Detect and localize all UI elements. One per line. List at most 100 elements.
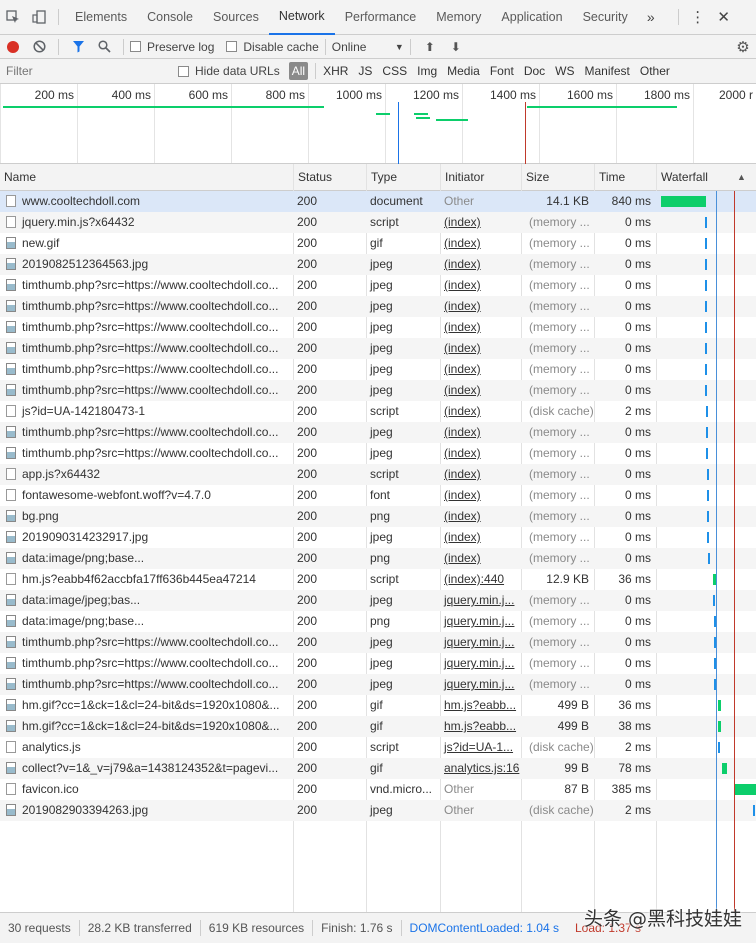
- column-header-size[interactable]: Size: [521, 164, 594, 191]
- cell-initiator[interactable]: js?id=UA-1...: [440, 737, 521, 758]
- table-row[interactable]: timthumb.php?src=https://www.cooltechdol…: [0, 674, 756, 695]
- filter-type-media[interactable]: Media: [447, 64, 480, 78]
- column-header-time[interactable]: Time: [594, 164, 656, 191]
- waterfall-bar[interactable]: [705, 259, 707, 270]
- tab-security[interactable]: Security: [573, 0, 638, 35]
- waterfall-bar[interactable]: [722, 763, 727, 774]
- cell-initiator[interactable]: (index): [440, 212, 521, 233]
- waterfall-bar[interactable]: [705, 217, 707, 228]
- tab-console[interactable]: Console: [137, 0, 203, 35]
- cell-initiator[interactable]: (index):440: [440, 569, 521, 590]
- waterfall-bar[interactable]: [705, 385, 707, 396]
- tab-application[interactable]: Application: [491, 0, 572, 35]
- table-row[interactable]: app.js?x64432 200 script (index) (memory ...…: [0, 464, 756, 485]
- filter-type-font[interactable]: Font: [490, 64, 514, 78]
- cell-initiator[interactable]: (index): [440, 443, 521, 464]
- filter-type-manifest[interactable]: Manifest: [585, 64, 630, 78]
- waterfall-bar[interactable]: [708, 553, 710, 564]
- network-overview[interactable]: 200 ms 400 ms 600 ms 800 ms 1000 ms 1200…: [0, 84, 756, 164]
- cell-initiator[interactable]: (index): [440, 527, 521, 548]
- table-row[interactable]: hm.gif?cc=1&ck=1&cl=24-bit&ds=1920x1080&…: [0, 695, 756, 716]
- preserve-log-checkbox[interactable]: [130, 41, 141, 52]
- table-row[interactable]: analytics.js 200 script js?id=UA-1... (disk …: [0, 737, 756, 758]
- cell-initiator[interactable]: (index): [440, 233, 521, 254]
- column-header-status[interactable]: Status: [293, 164, 366, 191]
- table-row[interactable]: timthumb.php?src=https://www.cooltechdol…: [0, 632, 756, 653]
- tab-performance[interactable]: Performance: [335, 0, 427, 35]
- filter-type-all[interactable]: All: [288, 62, 309, 80]
- settings-gear-icon[interactable]: ⚙: [730, 36, 756, 58]
- cell-initiator[interactable]: jquery.min.j...: [440, 590, 521, 611]
- table-row[interactable]: new.gif 200 gif (index) (memory ... 0 ms: [0, 233, 756, 254]
- cell-initiator[interactable]: analytics.js:16: [440, 758, 521, 779]
- column-header-initiator[interactable]: Initiator: [440, 164, 521, 191]
- device-toolbar-icon[interactable]: [26, 6, 52, 28]
- waterfall-bar[interactable]: [705, 280, 707, 291]
- cell-initiator[interactable]: (index): [440, 254, 521, 275]
- cell-initiator[interactable]: (index): [440, 506, 521, 527]
- disable-cache-checkbox[interactable]: [226, 41, 238, 52]
- table-row[interactable]: js?id=UA-142180473-1 200 script (index) (dis…: [0, 401, 756, 422]
- cell-initiator[interactable]: (index): [440, 317, 521, 338]
- waterfall-bar[interactable]: [735, 784, 756, 795]
- tab-sources[interactable]: Sources: [203, 0, 269, 35]
- table-row[interactable]: timthumb.php?src=https://www.cooltechdol…: [0, 296, 756, 317]
- more-tabs-icon[interactable]: »: [638, 6, 664, 28]
- waterfall-bar[interactable]: [718, 721, 721, 732]
- cell-initiator[interactable]: jquery.min.j...: [440, 632, 521, 653]
- table-row[interactable]: timthumb.php?src=https://www.cooltechdol…: [0, 338, 756, 359]
- waterfall-bar[interactable]: [718, 700, 721, 711]
- throttling-select[interactable]: Online ▼: [332, 40, 404, 54]
- waterfall-bar[interactable]: [707, 490, 709, 501]
- cell-initiator[interactable]: (index): [440, 401, 521, 422]
- table-row[interactable]: data:image/png;base... 200 png (index) (memo…: [0, 548, 756, 569]
- cell-initiator[interactable]: (index): [440, 296, 521, 317]
- table-row[interactable]: timthumb.php?src=https://www.cooltechdol…: [0, 359, 756, 380]
- close-icon[interactable]: ✕: [711, 6, 737, 28]
- column-header-type[interactable]: Type: [366, 164, 440, 191]
- tab-elements[interactable]: Elements: [65, 0, 137, 35]
- waterfall-bar[interactable]: [705, 364, 707, 375]
- cell-initiator[interactable]: (index): [440, 275, 521, 296]
- table-row[interactable]: hm.js?eabb4f62accbfa17ff636b445ea47214 20…: [0, 569, 756, 590]
- cell-initiator[interactable]: jquery.min.j...: [440, 611, 521, 632]
- table-row[interactable]: timthumb.php?src=https://www.cooltechdol…: [0, 317, 756, 338]
- cell-initiator[interactable]: jquery.min.j...: [440, 653, 521, 674]
- table-row[interactable]: fontawesome-webfont.woff?v=4.7.0 200 font (…: [0, 485, 756, 506]
- waterfall-bar[interactable]: [661, 196, 706, 207]
- waterfall-bar[interactable]: [707, 511, 709, 522]
- table-row[interactable]: bg.png 200 png (index) (memory ... 0 ms: [0, 506, 756, 527]
- column-header-name[interactable]: Name: [0, 164, 293, 191]
- table-row[interactable]: timthumb.php?src=https://www.cooltechdol…: [0, 380, 756, 401]
- waterfall-bar[interactable]: [705, 343, 707, 354]
- filter-type-ws[interactable]: WS: [555, 64, 574, 78]
- cell-initiator[interactable]: (index): [440, 338, 521, 359]
- table-row[interactable]: timthumb.php?src=https://www.cooltechdol…: [0, 422, 756, 443]
- cell-initiator[interactable]: (index): [440, 464, 521, 485]
- waterfall-bar[interactable]: [705, 238, 707, 249]
- table-row[interactable]: 2019082512364563.jpg 200 jpeg (index) (memor…: [0, 254, 756, 275]
- waterfall-bar[interactable]: [705, 301, 707, 312]
- table-row[interactable]: timthumb.php?src=https://www.cooltechdol…: [0, 443, 756, 464]
- table-row[interactable]: hm.gif?cc=1&ck=1&cl=24-bit&ds=1920x1080&…: [0, 716, 756, 737]
- table-row[interactable]: favicon.ico 200 vnd.micro... Other 87 B 385 m…: [0, 779, 756, 800]
- table-row[interactable]: timthumb.php?src=https://www.cooltechdol…: [0, 275, 756, 296]
- waterfall-bar[interactable]: [707, 469, 709, 480]
- export-har-icon[interactable]: ⬇: [443, 36, 469, 58]
- table-row[interactable]: 2019090314232917.jpg 200 jpeg (index) (memor…: [0, 527, 756, 548]
- clear-icon[interactable]: [26, 36, 52, 58]
- record-icon[interactable]: [0, 36, 26, 58]
- filter-input[interactable]: [0, 61, 166, 81]
- waterfall-bar[interactable]: [706, 427, 708, 438]
- waterfall-bar[interactable]: [753, 805, 755, 816]
- waterfall-bar[interactable]: [706, 448, 708, 459]
- filter-type-xhr[interactable]: XHR: [323, 64, 348, 78]
- table-row[interactable]: www.cooltechdoll.com 200 document Other 14.1…: [0, 191, 756, 212]
- filter-type-js[interactable]: JS: [358, 64, 372, 78]
- table-row[interactable]: 2019082903394263.jpg 200 jpeg Other (disk ca…: [0, 800, 756, 821]
- filter-type-css[interactable]: CSS: [382, 64, 407, 78]
- cell-initiator[interactable]: hm.js?eabb...: [440, 695, 521, 716]
- waterfall-bar[interactable]: [705, 322, 707, 333]
- table-row[interactable]: jquery.min.js?x64432 200 script (index) (mem…: [0, 212, 756, 233]
- tab-network[interactable]: Network: [268, 0, 335, 35]
